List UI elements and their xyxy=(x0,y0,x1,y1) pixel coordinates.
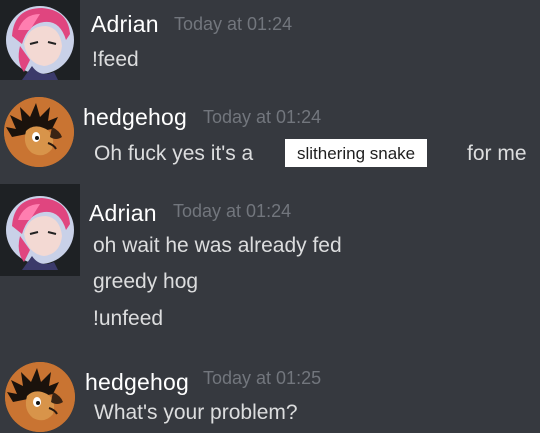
username[interactable]: Adrian xyxy=(91,11,159,38)
pink-haired-girl-avatar-icon xyxy=(6,6,74,80)
message-group-hedgehog-1: hedgehog Today at 01:24 Oh fuck yes it's… xyxy=(0,92,540,184)
timestamp: Today at 01:24 xyxy=(174,14,293,34)
avatar[interactable] xyxy=(5,362,75,432)
hedgehog-avatar-icon xyxy=(5,362,75,432)
timestamp: Today at 01:24 xyxy=(203,107,322,127)
message-group-hedgehog-2: hedgehog Today at 01:25 What's your prob… xyxy=(0,356,540,433)
hedgehog-avatar-icon xyxy=(4,97,74,167)
username[interactable]: hedgehog xyxy=(85,369,189,396)
message-text: greedy hog xyxy=(93,270,199,293)
message-text: What's your problem? xyxy=(94,401,298,424)
message-text: !feed xyxy=(92,48,139,71)
message-group-adrian-2: Adrian Today at 01:24 oh wait he was alr… xyxy=(0,184,540,344)
timestamp: Today at 01:25 xyxy=(203,368,322,388)
message-group-adrian-1: Adrian Today at 01:24 !feed xyxy=(0,0,540,92)
message-text: !unfeed xyxy=(93,307,164,330)
avatar[interactable] xyxy=(0,184,80,276)
message-text-end: for me xyxy=(467,142,527,165)
avatar[interactable] xyxy=(0,0,80,80)
avatar[interactable] xyxy=(4,97,74,167)
username[interactable]: Adrian xyxy=(89,200,157,227)
pasted-text-highlight: slithering snake xyxy=(285,139,428,167)
username[interactable]: hedgehog xyxy=(83,104,187,131)
timestamp: Today at 01:24 xyxy=(173,201,292,221)
chat-log: Adrian Today at 01:24 !feed hedgehog Tod… xyxy=(0,0,540,433)
message-text: oh wait he was already fed xyxy=(93,234,342,257)
message-text-start: Oh fuck yes it's a xyxy=(94,142,254,165)
pink-haired-girl-avatar-icon xyxy=(6,196,74,270)
